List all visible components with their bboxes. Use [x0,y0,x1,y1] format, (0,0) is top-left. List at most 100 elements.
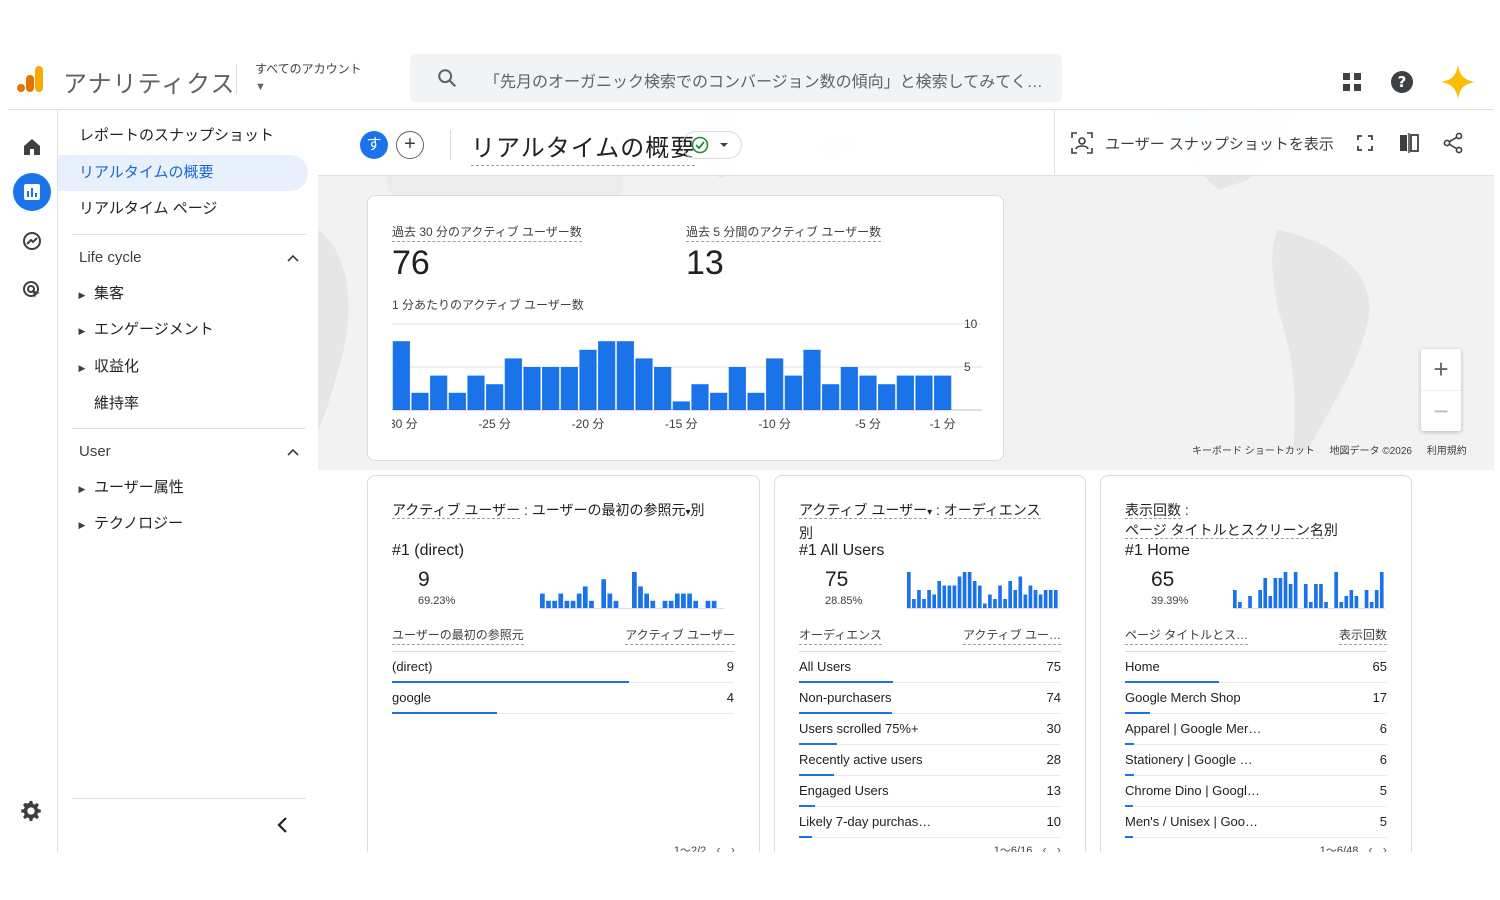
search-bar[interactable]: 「先月のオーガニック検索でのコンバージョン数の傾向」と検索してみてく… [410,54,1062,102]
mini-bar-chart[interactable] [540,570,724,610]
chart-bar[interactable] [635,358,653,410]
table-row[interactable]: Stationery | Google … 6 [1125,745,1387,776]
chart-bar[interactable] [859,375,877,410]
collapse-nav-chevron-icon[interactable] [276,815,290,841]
home-icon[interactable] [13,128,51,166]
sparkle-icon[interactable] [1438,62,1478,102]
analytics-logo-icon[interactable] [16,64,46,94]
help-icon[interactable]: ? [1388,68,1416,96]
per-minute-bar-chart[interactable]: 5 10 -30 分 -25 分 -20 分 -15 分 -10 分 -5 分 -1 分 [392,314,992,444]
table-row[interactable]: Apparel | Google Mer… 6 [1125,714,1387,745]
chart-bar[interactable] [915,375,933,410]
compare-columns-icon[interactable] [1396,130,1422,156]
chart-bar[interactable] [654,367,672,410]
chevron-left-icon[interactable]: ‹ [716,842,720,852]
chart-bar[interactable] [542,367,560,410]
chart-bar[interactable] [784,375,802,410]
chart-bar[interactable] [486,384,504,410]
column-header-dimension[interactable]: ユーザーの最初の参照元 [392,626,524,645]
chevron-right-icon[interactable]: › [1383,842,1387,852]
column-header-dimension[interactable]: ページ タイトルとス… [1125,626,1249,645]
chart-bar[interactable] [822,384,840,410]
chart-bar[interactable] [728,367,746,410]
chart-bar[interactable] [747,392,765,410]
card-title[interactable]: アクティブ ユーザー : ユーザーの最初の参照元▾別 [392,500,705,523]
table-row[interactable]: Likely 7-day purchas… 10 [799,807,1061,838]
explore-icon[interactable] [13,222,51,260]
avatar[interactable]: す [360,131,388,159]
chart-bar[interactable] [803,349,821,410]
table-row[interactable]: Non-purchasers 74 [799,683,1061,714]
chart-bar[interactable] [579,349,597,410]
active-30min-label[interactable]: 過去 30 分のアクティブ ユーザー数 [392,223,582,242]
terms-link[interactable]: 利用規約 [1427,446,1467,457]
add-comparison-button[interactable]: + [396,131,424,159]
chart-bar[interactable] [878,384,896,410]
table-row[interactable]: (direct) 9 [392,652,734,683]
chart-bar[interactable] [896,375,914,410]
chart-bar[interactable] [934,375,952,410]
chart-bar[interactable] [467,375,485,410]
user-snapshot-button[interactable]: ユーザー スナップショットを表示 [1071,132,1334,154]
column-header-dimension[interactable]: オーディエンス [799,626,882,645]
card-title[interactable]: 表示回数 : ページ タイトルとスクリーン名別 [1125,500,1387,540]
chart-bar[interactable] [411,392,429,410]
nav-item-realtime-overview[interactable]: リアルタイムの概要 [58,155,308,191]
chart-bar[interactable] [448,392,466,410]
table-row[interactable]: google 4 [392,683,734,714]
nav-item-realtime-pages[interactable]: リアルタイム ページ [58,191,308,227]
table-row[interactable]: Recently active users 28 [799,745,1061,776]
active-5min-label[interactable]: 過去 5 分間のアクティブ ユーザー数 [686,223,882,242]
chart-bar[interactable] [691,384,709,410]
nav-item-engagement[interactable]: ▶ エンゲージメント [70,315,214,345]
keyboard-shortcuts-link[interactable]: キーボード ショートカット [1192,446,1315,457]
nav-item-monetization[interactable]: ▶ 収益化 [70,352,139,382]
chart-bar[interactable] [392,341,410,410]
status-dropdown[interactable] [682,131,742,159]
mini-bar-chart[interactable] [907,570,1059,610]
chart-bar[interactable] [672,401,690,410]
nav-item-demographics[interactable]: ▶ ユーザー属性 [70,473,184,503]
table-row[interactable]: All Users 75 [799,652,1061,683]
table-row[interactable]: Users scrolled 75%+ 30 [799,714,1061,745]
column-header-metric[interactable]: アクティブ ユー… [962,626,1061,645]
nav-item-technology[interactable]: ▶ テクノロジー [70,509,184,539]
chart-bar[interactable] [560,367,578,410]
account-selector[interactable]: すべてのアカウント ▼ [255,60,362,93]
chart-bar[interactable] [766,358,784,410]
column-header-metric[interactable]: 表示回数 [1338,626,1387,645]
card-title[interactable]: アクティブ ユーザー▾ : オーディエンス別 [799,500,1061,543]
zoom-in-button[interactable]: + [1421,349,1461,390]
table-row[interactable]: Men's / Unisex | Goo… 5 [1125,807,1387,838]
nav-item-snapshot[interactable]: レポートのスナップショット [58,118,308,154]
table-row[interactable]: Engaged Users 13 [799,776,1061,807]
table-row[interactable]: Google Merch Shop 17 [1125,683,1387,714]
chart-bar[interactable] [504,358,522,410]
share-icon[interactable] [1440,130,1466,156]
chevron-right-icon[interactable]: › [1057,842,1061,852]
nav-item-acquisition[interactable]: ▶ 集客 [70,279,124,309]
chart-bar[interactable] [598,341,616,410]
search-input[interactable]: 「先月のオーガニック検索でのコンバージョン数の傾向」と検索してみてく… [484,68,1043,92]
chart-bar[interactable] [840,367,858,410]
table-row[interactable]: Home 65 [1125,652,1387,683]
mini-bar-chart[interactable] [1233,570,1385,610]
apps-grid-icon[interactable] [1338,68,1366,96]
nav-section-lifecycle[interactable]: Life cycle [79,243,299,273]
nav-section-user[interactable]: User [79,437,299,467]
table-row[interactable]: Chrome Dino | Googl… 5 [1125,776,1387,807]
nav-item-retention[interactable]: 維持率 [70,389,139,419]
fullscreen-icon[interactable] [1352,130,1378,156]
reports-icon[interactable] [13,173,51,211]
zoom-out-button[interactable]: − [1421,390,1461,431]
advertising-icon[interactable] [13,271,51,309]
chart-bar[interactable] [523,367,541,410]
gear-icon[interactable] [20,800,42,827]
column-header-metric[interactable]: アクティブ ユーザー [625,626,735,645]
chevron-left-icon[interactable]: ‹ [1042,842,1046,852]
chevron-right-icon[interactable]: › [731,842,735,852]
chart-bar[interactable] [616,341,634,410]
chart-bar[interactable] [710,392,728,410]
chart-bar[interactable] [430,375,448,410]
chevron-left-icon[interactable]: ‹ [1368,842,1372,852]
